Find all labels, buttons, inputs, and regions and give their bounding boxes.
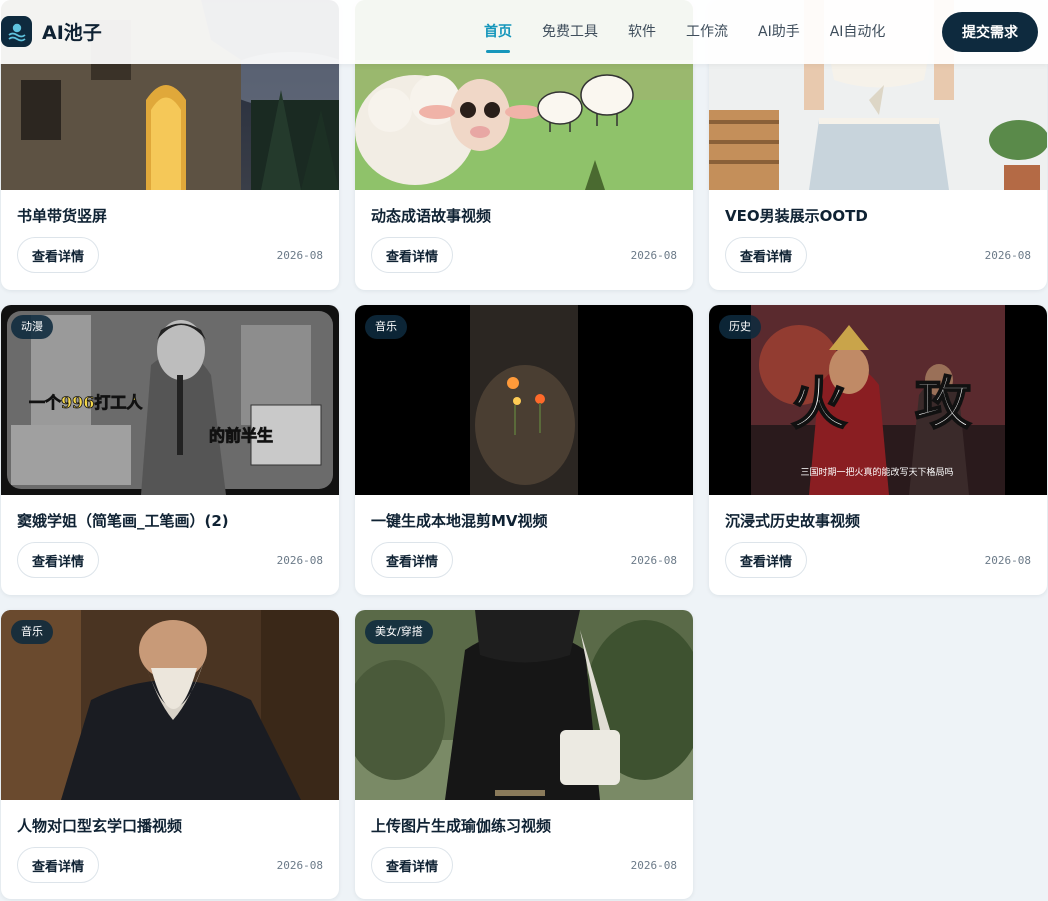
view-details-button[interactable]: 查看详情 bbox=[725, 542, 808, 578]
content-card[interactable]: 美女/穿搭 上传图片生成瑜伽练习视频 查看详情 2026-08 bbox=[355, 610, 693, 899]
submit-request-button[interactable]: 提交需求 bbox=[942, 12, 1038, 52]
history-subtitle: 三国时期一把火真的能改写天下格局吗 bbox=[800, 466, 953, 478]
card-date: 2026-08 bbox=[984, 553, 1031, 567]
nav-workflow[interactable]: 工作流 bbox=[686, 0, 728, 64]
pool-logo-icon bbox=[1, 16, 32, 47]
card-date: 2026-08 bbox=[276, 858, 323, 872]
content-card[interactable]: 历史 火 攻 三国时期一把火真的能改写天下格局吗 沉浸式历史故事视频 查看详情 … bbox=[709, 305, 1047, 595]
view-details-button[interactable]: 查看详情 bbox=[725, 237, 808, 273]
nav-home[interactable]: 首页 bbox=[484, 0, 512, 64]
category-badge: 美女/穿搭 bbox=[365, 620, 433, 644]
category-badge: 历史 bbox=[719, 315, 761, 339]
nav-ai-assistant[interactable]: AI助手 bbox=[758, 0, 800, 64]
card-title: 人物对口型玄学口播视频 bbox=[17, 817, 183, 835]
view-details-button[interactable]: 查看详情 bbox=[17, 542, 100, 578]
comic-caption-line1: 一个996打工人 bbox=[29, 393, 143, 412]
view-details-button[interactable]: 查看详情 bbox=[17, 237, 100, 273]
card-date: 2026-08 bbox=[630, 858, 677, 872]
nav-free-tools[interactable]: 免费工具 bbox=[542, 0, 598, 64]
brand-logo[interactable]: AI池子 bbox=[1, 16, 102, 47]
main-nav: 首页 免费工具 软件 工作流 AI助手 AI自动化 bbox=[484, 0, 915, 64]
content-card[interactable]: 音乐 一键生成本地混剪MV视频 查看详情 2026-08 bbox=[355, 305, 693, 595]
brand-name: AI池子 bbox=[42, 22, 102, 44]
card-title: 书单带货竖屏 bbox=[17, 207, 108, 225]
card-title: 上传图片生成瑜伽练习视频 bbox=[371, 817, 552, 835]
card-date: 2026-08 bbox=[276, 553, 323, 567]
card-title: 沉浸式历史故事视频 bbox=[725, 512, 861, 530]
content-card[interactable]: 动漫 一个996打工人 的前半生 窦娥学姐（简笔画_工笔画）(2) 查看详情 2… bbox=[1, 305, 339, 595]
view-details-button[interactable]: 查看详情 bbox=[371, 237, 454, 273]
card-title: VEO男装展示OOTD bbox=[725, 207, 868, 225]
card-date: 2026-08 bbox=[630, 553, 677, 567]
category-badge: 音乐 bbox=[11, 620, 53, 644]
card-thumbnail-mv[interactable]: 音乐 bbox=[355, 305, 693, 495]
comic-caption-line2: 的前半生 bbox=[209, 426, 273, 445]
content-card[interactable]: 音乐 人物对口型玄学口播视频 查看详情 2026-08 bbox=[1, 610, 339, 899]
history-title-attack: 攻 bbox=[915, 371, 972, 437]
category-badge: 动漫 bbox=[11, 315, 53, 339]
view-details-button[interactable]: 查看详情 bbox=[371, 847, 454, 883]
view-details-button[interactable]: 查看详情 bbox=[17, 847, 100, 883]
nav-ai-automation[interactable]: AI自动化 bbox=[830, 0, 886, 64]
card-thumbnail-history[interactable]: 历史 火 攻 三国时期一把火真的能改写天下格局吗 bbox=[709, 305, 1047, 495]
card-title: 一键生成本地混剪MV视频 bbox=[371, 512, 548, 530]
category-badge: 音乐 bbox=[365, 315, 407, 339]
nav-software[interactable]: 软件 bbox=[628, 0, 656, 64]
card-thumbnail-sage[interactable]: 音乐 bbox=[1, 610, 339, 800]
history-title-fire: 火 bbox=[791, 371, 847, 437]
card-date: 2026-08 bbox=[630, 248, 677, 262]
top-navbar: AI池子 首页 免费工具 软件 工作流 AI助手 AI自动化 提交需求 bbox=[0, 0, 1048, 64]
view-details-button[interactable]: 查看详情 bbox=[371, 542, 454, 578]
card-title: 动态成语故事视频 bbox=[371, 207, 492, 225]
card-date: 2026-08 bbox=[276, 248, 323, 262]
card-thumbnail-yoga[interactable]: 美女/穿搭 bbox=[355, 610, 693, 800]
card-date: 2026-08 bbox=[984, 248, 1031, 262]
card-thumbnail-comic[interactable]: 动漫 一个996打工人 的前半生 bbox=[1, 305, 339, 495]
card-title: 窦娥学姐（简笔画_工笔画）(2) bbox=[17, 512, 229, 530]
